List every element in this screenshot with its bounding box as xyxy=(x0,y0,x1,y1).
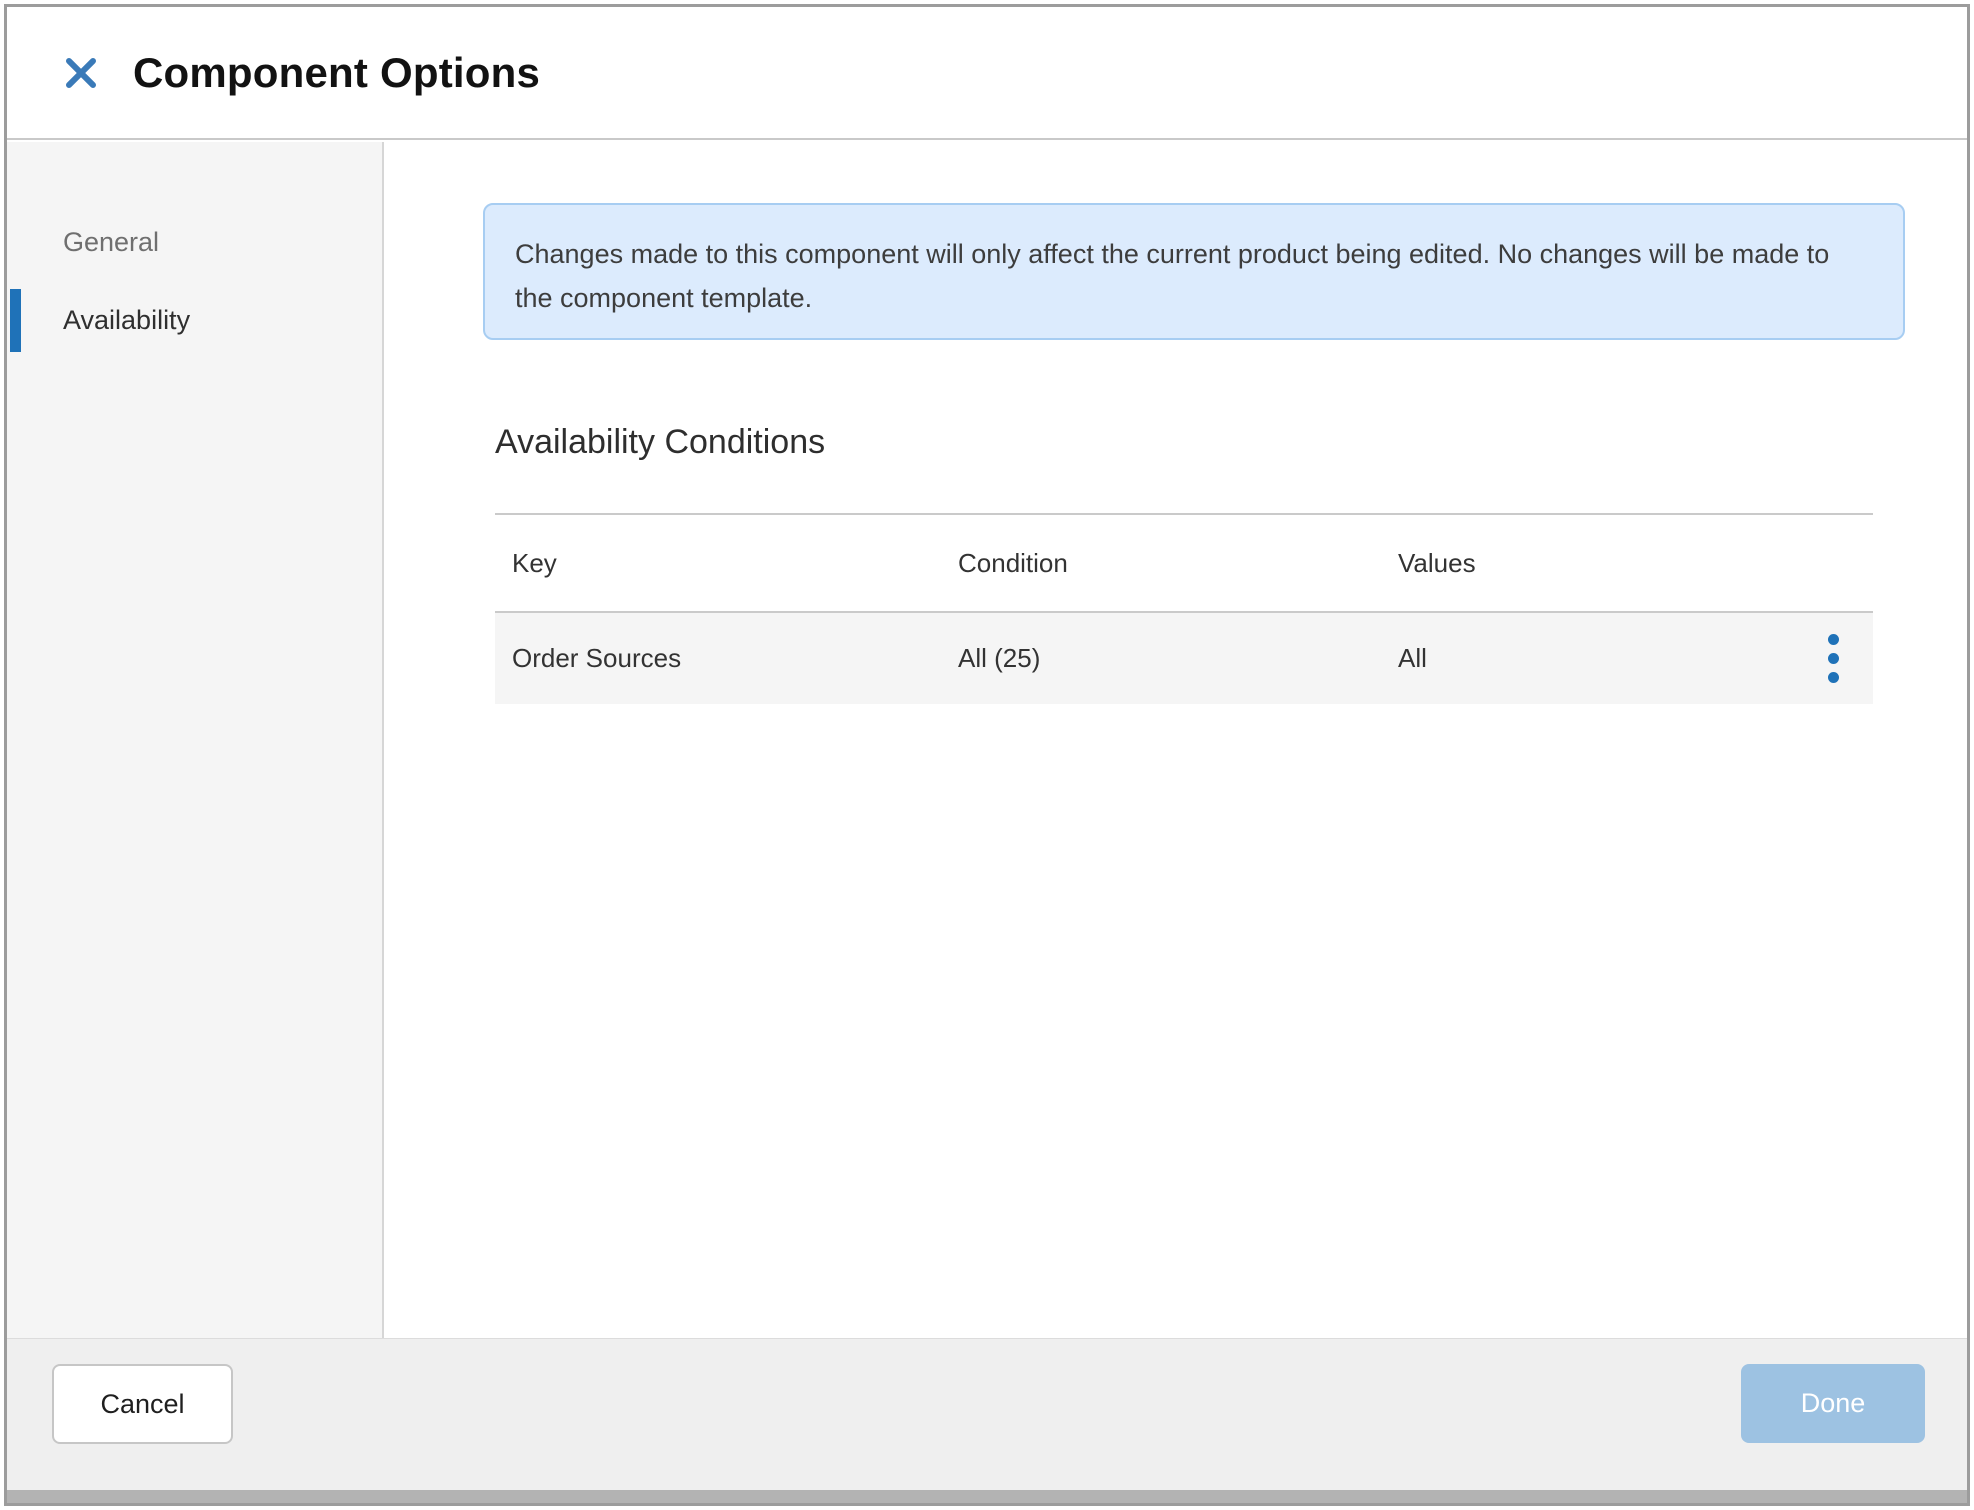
cell-condition: All (25) xyxy=(958,643,1398,674)
table-row: Order Sources All (25) All xyxy=(495,613,1873,704)
sidebar-item-availability[interactable]: Availability xyxy=(7,289,382,352)
availability-conditions-table: Key Condition Values Order Sources All (… xyxy=(495,513,1873,704)
info-banner-text: Changes made to this component will only… xyxy=(515,239,1829,313)
dialog-sidebar: General Availability xyxy=(7,142,384,1338)
active-indicator xyxy=(10,289,21,352)
sidebar-item-general[interactable]: General xyxy=(7,211,382,274)
info-banner: Changes made to this component will only… xyxy=(483,203,1905,340)
table-header-row: Key Condition Values xyxy=(495,513,1873,613)
kebab-menu-icon xyxy=(1828,634,1839,645)
column-header-condition: Condition xyxy=(958,548,1398,579)
cancel-button[interactable]: Cancel xyxy=(52,1364,233,1444)
section-title: Availability Conditions xyxy=(495,423,825,462)
column-header-values: Values xyxy=(1398,548,1793,579)
dialog-header: Component Options xyxy=(7,7,1967,140)
sidebar-item-label: Availability xyxy=(7,305,190,336)
dialog-footer: Cancel Done xyxy=(7,1338,1967,1490)
background-scrollbar xyxy=(7,1490,1967,1503)
close-icon xyxy=(64,56,98,90)
cell-key: Order Sources xyxy=(512,643,958,674)
close-button[interactable] xyxy=(59,51,103,95)
done-button[interactable]: Done xyxy=(1741,1364,1925,1443)
cell-values: All xyxy=(1398,643,1793,674)
dialog-title: Component Options xyxy=(133,49,540,97)
sidebar-item-label: General xyxy=(7,227,159,258)
component-options-dialog: Component Options General Availability C… xyxy=(4,4,1970,1506)
row-actions-menu-button[interactable] xyxy=(1809,624,1857,694)
column-header-key: Key xyxy=(512,548,958,579)
